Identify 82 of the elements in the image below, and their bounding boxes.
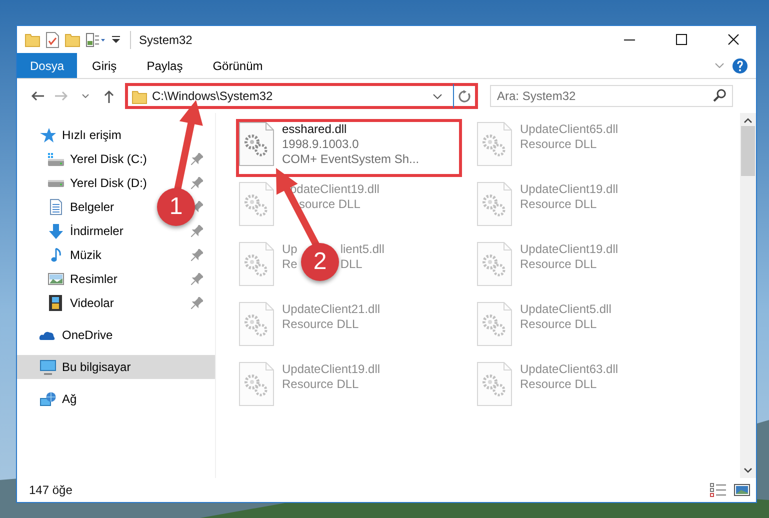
file-detail: Re <box>282 257 298 272</box>
file-name: UpdateClient21.dll <box>282 302 380 317</box>
chevron-down-icon[interactable] <box>744 468 752 473</box>
window-title: System32 <box>130 30 192 48</box>
chevron-down-icon <box>82 94 88 98</box>
chevron-down-icon[interactable] <box>433 94 442 98</box>
file-name: Up <box>282 242 298 257</box>
drive-icon <box>48 152 64 166</box>
address-bar[interactable]: C:\Windows\System32 <box>125 83 478 109</box>
up-arrow-icon <box>104 90 114 102</box>
file-menu-tab[interactable]: Dosya <box>17 53 78 78</box>
file-name: lient5.dll <box>340 242 384 257</box>
dll-file-icon <box>239 242 274 286</box>
ribbon-tab[interactable]: Paylaş <box>132 53 198 78</box>
dll-file-icon <box>477 242 512 286</box>
search-field[interactable]: Ara: System32 <box>490 85 733 107</box>
sidebar-item[interactable]: Bu bilgisayar <box>17 355 215 379</box>
back-arrow-icon <box>30 91 44 101</box>
help-icon[interactable] <box>732 58 748 74</box>
network-icon <box>40 392 56 406</box>
folder-icon <box>132 88 147 104</box>
search-icon <box>713 89 726 102</box>
file-detail: DLL <box>340 257 362 272</box>
file-detail: Resource DLL <box>520 197 597 212</box>
file-name: esshared.dll <box>282 122 347 137</box>
music-note-icon <box>50 248 60 262</box>
refresh-icon <box>458 90 471 102</box>
sidebar-item[interactable]: Videolar <box>17 291 215 315</box>
file-name: pdateClient19.dll <box>290 182 380 197</box>
file-detail: COM+ EventSystem Sh... <box>282 152 420 167</box>
file-name: UpdateClient19.dll <box>282 362 380 377</box>
star-icon <box>40 128 56 142</box>
file-detail: Resource DLL <box>520 137 597 152</box>
picture-icon <box>48 273 64 285</box>
dll-file-icon <box>239 182 274 226</box>
film-icon <box>49 295 62 311</box>
minimize-icon <box>624 38 634 40</box>
close-icon <box>728 34 738 45</box>
scrollbar[interactable] <box>740 113 756 478</box>
dll-file-icon <box>477 122 512 166</box>
dll-file-icon <box>477 182 512 226</box>
drive-icon <box>48 180 64 186</box>
file-detail: Resource DLL <box>520 317 597 332</box>
dll-file-icon <box>239 362 274 406</box>
ribbon-tab[interactable]: Görünüm <box>198 53 278 78</box>
dll-file-icon <box>239 122 274 166</box>
file-detail: Resource DLL <box>520 377 597 392</box>
large-icons-view-icon[interactable] <box>734 484 750 496</box>
details-view-icon[interactable] <box>710 483 726 497</box>
file-detail: source DLL <box>299 197 360 212</box>
download-arrow-icon <box>48 224 62 238</box>
sidebar-item[interactable]: Ağ <box>17 387 215 411</box>
scrollbar-thumb[interactable] <box>741 126 755 176</box>
address-path: C:\Windows\System32 <box>152 88 274 105</box>
file-item[interactable]: esshared.dll 1998.9.1003.0 COM+ EventSystem Sh... <box>236 119 462 177</box>
file-name: UpdateClient63.dll <box>520 362 618 377</box>
properties-icon[interactable] <box>46 32 59 48</box>
view-icon[interactable] <box>86 32 106 46</box>
sidebar-item[interactable]: Müzik <box>17 243 215 267</box>
file-detail: Resource DLL <box>520 257 597 272</box>
file-detail: 1998.9.1003.0 <box>282 137 359 152</box>
item-count: 147 öğe <box>29 482 74 499</box>
dropdown-icon[interactable] <box>112 36 120 43</box>
monitor-icon <box>40 360 56 374</box>
file-name: UpdateClient19.dll <box>520 242 618 257</box>
sidebar-item[interactable]: Hızlı erişim <box>17 123 215 147</box>
maximize-icon <box>676 34 686 45</box>
chevron-up-icon[interactable] <box>744 118 752 123</box>
dll-file-icon <box>477 362 512 406</box>
file-detail: Resource DLL <box>282 377 359 392</box>
sidebar-item[interactable]: Resimler <box>17 267 215 291</box>
dll-file-icon <box>239 302 274 346</box>
file-detail: Resource DLL <box>282 317 359 332</box>
file-name: UpdateClient5.dll <box>520 302 612 317</box>
cloud-icon <box>39 330 56 340</box>
ribbon-tab[interactable]: Giriş <box>77 53 132 78</box>
file-name: UpdateClient19.dll <box>520 182 618 197</box>
document-icon <box>50 199 62 215</box>
sidebar-item[interactable]: OneDrive <box>17 323 215 347</box>
dll-file-icon <box>477 302 512 346</box>
file-name: UpdateClient65.dll <box>520 122 618 137</box>
forward-arrow-icon <box>54 91 68 101</box>
